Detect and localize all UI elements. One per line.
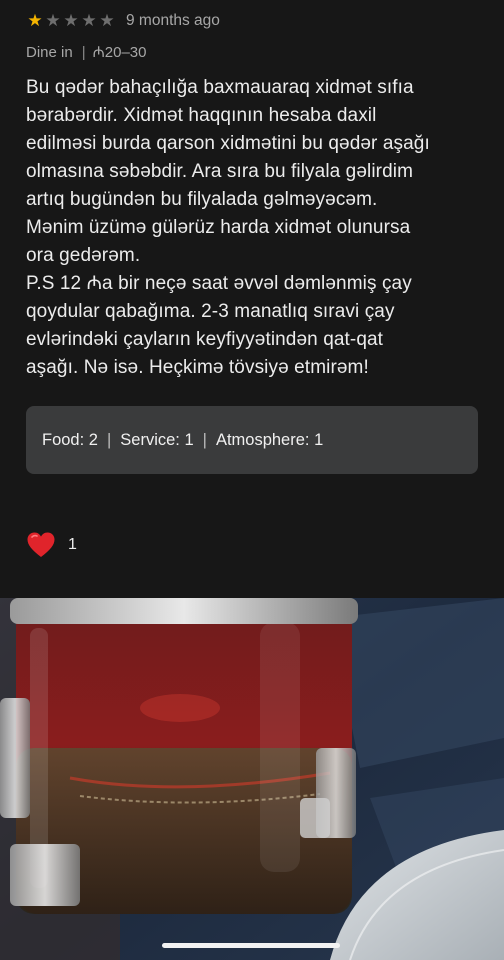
star-empty-icon: ★ (99, 11, 115, 30)
dining-type: Dine in (26, 43, 73, 61)
reaction-button[interactable]: 1 (26, 531, 77, 559)
price-range: ₼20–30 (92, 44, 147, 61)
meta-divider: | (81, 43, 86, 61)
score-divider: | (202, 430, 207, 449)
review-meta: Dine in | ₼20–30 (26, 42, 146, 62)
star-filled-icon: ★ (27, 11, 43, 30)
heart-icon (27, 532, 55, 557)
service-score: Service: 1 (120, 430, 194, 449)
rating-row: ★ ★ ★ ★ ★ 9 months ago (26, 12, 220, 30)
home-indicator[interactable] (162, 943, 340, 948)
star-rating: ★ ★ ★ ★ ★ (26, 12, 116, 30)
star-empty-icon: ★ (63, 11, 79, 30)
review-text: Bu qədər bahaçılığa baxmauaraq xidmət sı… (26, 77, 430, 378)
food-score: Food: 2 (42, 430, 98, 449)
score-divider: | (106, 430, 112, 449)
tea-teapot-image (0, 598, 504, 960)
star-empty-icon: ★ (45, 11, 61, 30)
star-empty-icon: ★ (81, 11, 97, 30)
review-card: ★ ★ ★ ★ ★ 9 months ago Dine in | ₼20–30 Bu q… (0, 0, 504, 600)
reaction-count: 1 (68, 536, 77, 553)
review-photo[interactable] (0, 598, 504, 960)
atmosphere-score: Atmosphere: 1 (215, 430, 324, 449)
score-summary: Food: 2 | Service: 1 | Atmosphere: 1 (26, 406, 478, 474)
review-time: 9 months ago (126, 12, 220, 29)
